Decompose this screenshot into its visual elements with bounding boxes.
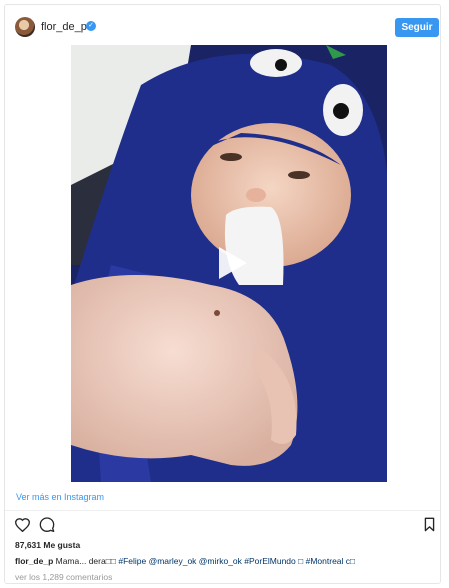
instagram-embed-card: flor_de_p ✓ Seguir Ver más en Instagram …	[4, 4, 441, 584]
like-count-text: 87,631 Me gusta	[15, 540, 81, 550]
caption-username[interactable]: flor_de_p	[15, 556, 53, 566]
verified-badge-icon: ✓	[86, 21, 96, 31]
comment-icon[interactable]	[39, 516, 55, 532]
play-icon[interactable]	[211, 243, 251, 283]
caption-text: Mama... dera□□	[53, 556, 119, 566]
follow-button[interactable]: Seguir	[395, 18, 439, 37]
view-comments-link[interactable]: ver los 1,289 comentarios	[15, 572, 112, 582]
like-count: 87,631 Me gusta	[15, 540, 80, 550]
divider	[5, 510, 440, 511]
heart-icon[interactable]	[14, 517, 31, 532]
caption-hashtags[interactable]: #Felipe @marley_ok @mirko_ok #PorElMundo…	[118, 556, 355, 566]
post-header: flor_de_p ✓ Seguir	[5, 5, 440, 49]
caption: flor_de_p Mama... dera□□ #Felipe @marley…	[15, 556, 355, 566]
bookmark-icon[interactable]	[424, 517, 435, 532]
avatar[interactable]	[15, 17, 35, 37]
username[interactable]: flor_de_p	[41, 21, 87, 33]
view-more-on-instagram-link[interactable]: Ver más en Instagram	[16, 492, 104, 502]
video-post[interactable]	[71, 45, 387, 482]
